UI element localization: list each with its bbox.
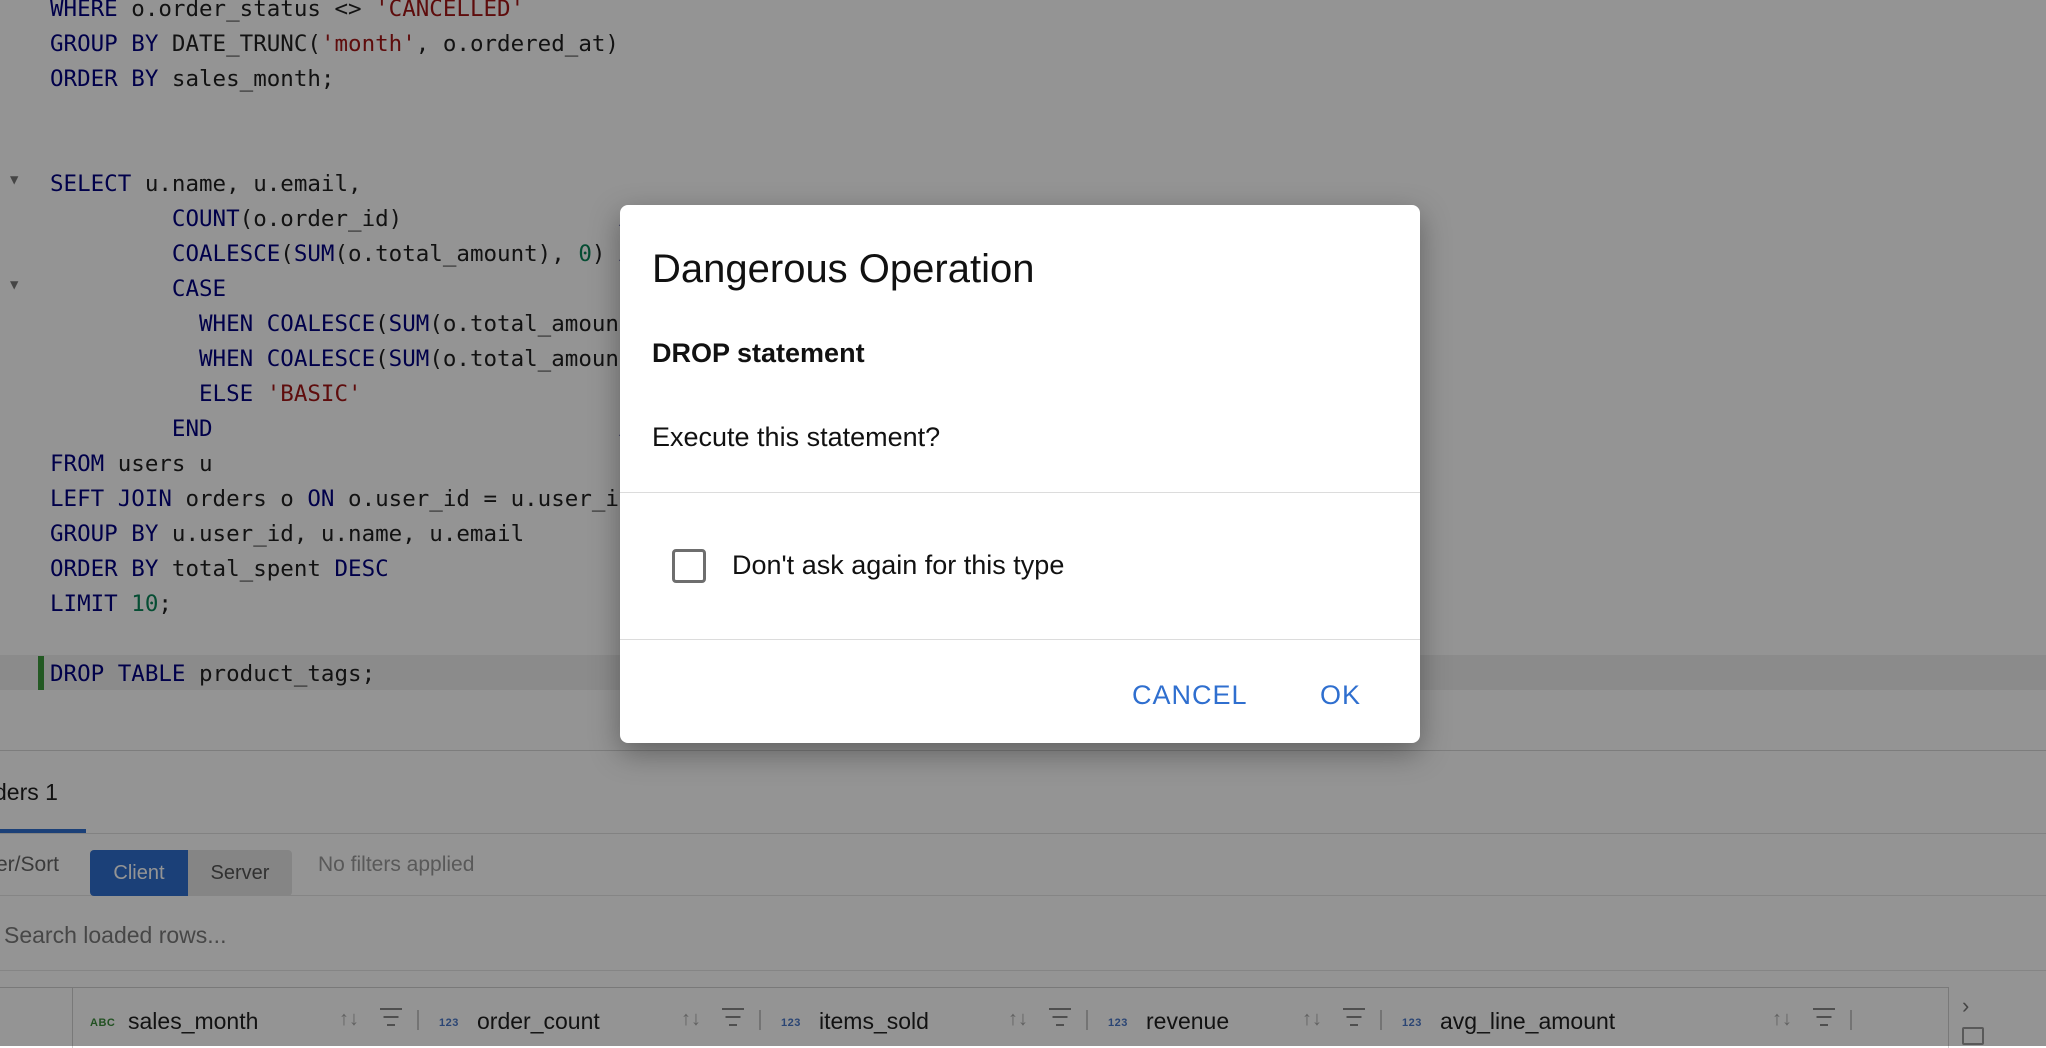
cancel-button[interactable]: CANCEL (1118, 667, 1262, 723)
dont-ask-again-checkbox[interactable] (672, 549, 706, 583)
dont-ask-again-label[interactable]: Don't ask again for this type (732, 550, 1064, 581)
ok-button[interactable]: OK (1306, 667, 1375, 723)
dialog-title: Dangerous Operation (652, 247, 1035, 291)
divider (620, 639, 1420, 640)
dont-ask-again-row[interactable]: Don't ask again for this type (620, 493, 1420, 639)
dangerous-operation-dialog: Dangerous Operation DROP statement Execu… (620, 205, 1420, 743)
dialog-subtitle: DROP statement (652, 338, 865, 368)
dialog-message: Execute this statement? (652, 422, 941, 452)
